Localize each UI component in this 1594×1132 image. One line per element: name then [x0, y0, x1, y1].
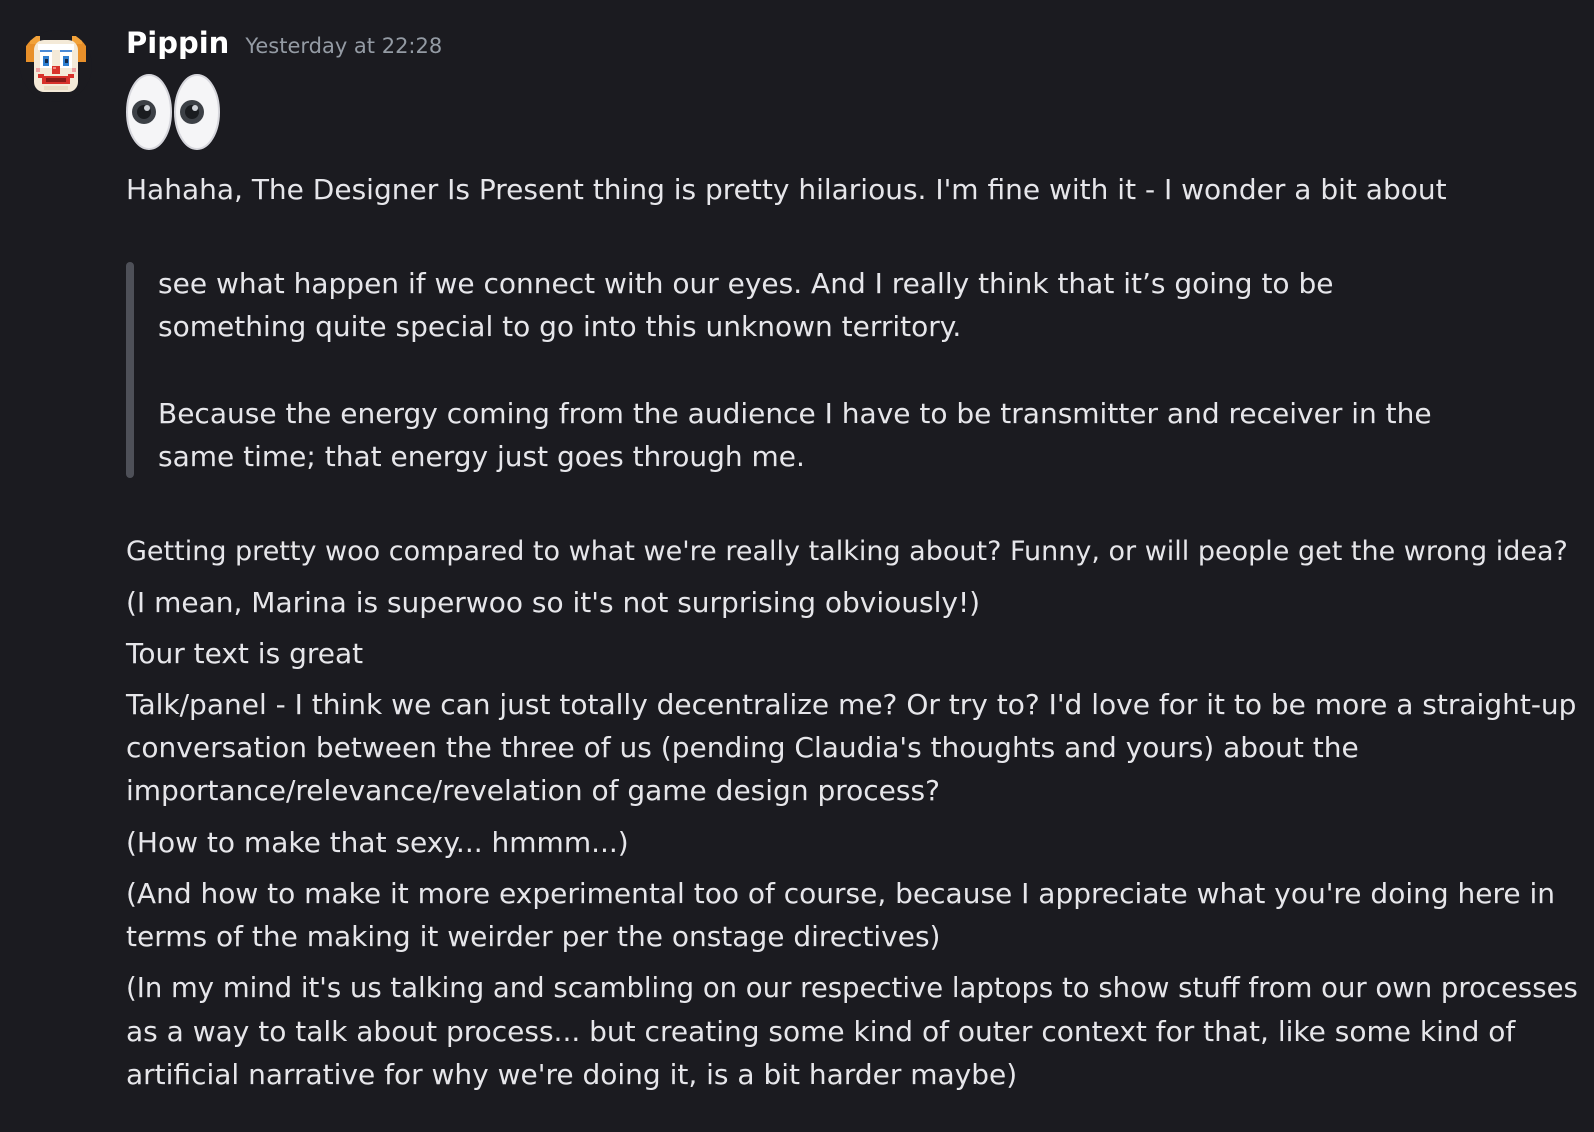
message-text-line: importance/relevance/revelation of game … [126, 774, 940, 807]
message-text-line: as a way to talk about process... but cr… [126, 1015, 1516, 1048]
clown-face-pixel-icon [20, 30, 92, 102]
message-text-line: Getting pretty woo compared to what we'r… [126, 536, 1568, 567]
blockquote-line: see what happen if we connect with our e… [158, 267, 1334, 300]
chat-message: Pippin Yesterday at 22:28 Hahaha, The De… [0, 0, 1594, 1132]
message-text-line: Talk/panel - I think we can just totally… [126, 688, 1577, 721]
message-text-line: (And how to make it more experimental to… [126, 877, 1556, 910]
message-text-line: terms of the making it weirder per the o… [126, 920, 941, 953]
avatar[interactable] [20, 30, 92, 102]
username[interactable]: Pippin [126, 26, 229, 60]
message-text-line: (How to make that sexy... hmmm...) [126, 826, 629, 859]
message-header: Pippin Yesterday at 22:28 [126, 26, 442, 66]
message-text-line: artificial narrative for why we're doing… [126, 1058, 1018, 1091]
eyes-emoji-icon [126, 72, 226, 152]
message-text-intro: Hahaha, The Designer Is Present thing is… [126, 173, 1447, 206]
blockquote-line: same time; that energy just goes through… [158, 440, 805, 473]
message-text-line: conversation between the three of us (pe… [126, 731, 1359, 764]
message-text-line: Tour text is great [126, 637, 364, 670]
message-text-line: (In my mind it's us talking and scamblin… [126, 972, 1578, 1004]
blockquote-bar [126, 262, 134, 478]
message-text-line: (I mean, Marina is superwoo so it's not … [126, 586, 981, 619]
blockquote-line: something quite special to go into this … [158, 310, 962, 343]
blockquote-line: Because the energy coming from the audie… [158, 397, 1432, 430]
timestamp[interactable]: Yesterday at 22:28 [245, 34, 442, 58]
